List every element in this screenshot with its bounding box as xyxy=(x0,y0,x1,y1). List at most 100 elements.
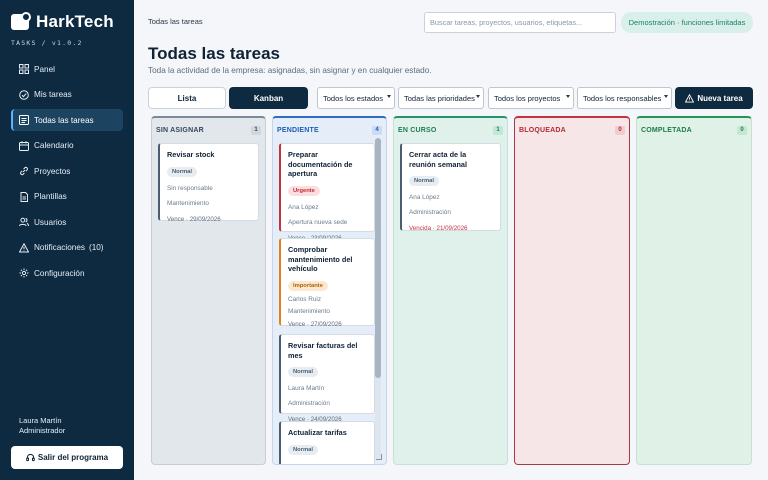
task-card[interactable]: Comprobar mantenimiento del vehículo Imp… xyxy=(279,238,375,328)
app-version: TASKS / v1.0.2 xyxy=(11,39,83,47)
task-project: Apertura nueva sede xyxy=(288,218,348,226)
task-title: Actualizar tarifas xyxy=(288,428,347,437)
sidebar-item-all-tasks[interactable]: Todas las tareas xyxy=(11,109,123,131)
column-done: COMPLETADA 0 xyxy=(636,116,752,465)
calendar-icon xyxy=(19,140,29,151)
tasks-list-icon xyxy=(19,115,29,125)
filter-project-select[interactable]: Todos los proyectos xyxy=(488,87,574,109)
task-card[interactable]: Revisar facturas del mes Normal Laura Ma… xyxy=(279,334,375,423)
filter-project-value: Todos los proyectos xyxy=(494,93,561,103)
current-user: Laura Martín Administrador xyxy=(19,416,65,436)
resize-handle-icon[interactable] xyxy=(375,453,382,460)
column-in-progress: EN CURSO 1 Cerrar acta de la reunión sem… xyxy=(393,116,508,465)
column-header: COMPLETADA 0 xyxy=(641,124,747,136)
breadcrumb: Todas las tareas xyxy=(148,17,203,26)
column-pending: PENDIENTE 4 Preparar documentación de ap… xyxy=(272,116,387,465)
brand-logo-icon xyxy=(11,12,31,32)
demo-badge: Demostración · funciones limitadas xyxy=(621,12,753,33)
page-title: Todas las tareas xyxy=(148,44,280,63)
column-count: 1 xyxy=(251,125,261,135)
task-assignee: Laura Martín xyxy=(288,385,325,392)
task-due-date: Vencida · 21/09/2026 xyxy=(409,225,468,232)
task-project: Administración xyxy=(409,209,451,216)
sidebar-item-panel[interactable]: Panel xyxy=(11,58,123,80)
exit-button-label: Salir del programa xyxy=(37,453,109,462)
task-due-date: Vence · 29/09/2026 xyxy=(167,215,221,223)
sidebar-item-settings[interactable]: Configuración xyxy=(11,262,123,284)
task-card[interactable]: Cerrar acta de la reunión semanal Normal… xyxy=(400,143,501,232)
notifications-count: (10) xyxy=(88,243,104,252)
sidebar-item-label: Plantillas xyxy=(34,192,67,201)
task-title: Preparar documentación de apertura xyxy=(288,150,353,178)
column-title: BLOQUEADA xyxy=(519,126,566,134)
sidebar-item-my-tasks[interactable]: Mis tareas xyxy=(11,84,123,106)
filter-status-select[interactable]: Todos los estados xyxy=(317,87,395,109)
column-title: COMPLETADA xyxy=(641,126,692,134)
brand-name: HarkTech xyxy=(36,12,114,31)
user-name: Laura Martín xyxy=(19,416,62,425)
task-assignee: Carlos Ruiz xyxy=(288,295,322,303)
sidebar-item-label: Configuración xyxy=(34,268,85,278)
column-count: 0 xyxy=(615,125,625,135)
exit-button[interactable]: Salir del programa xyxy=(11,446,123,469)
priority-badge: Normal xyxy=(409,176,439,186)
new-task-label: Nueva tarea xyxy=(697,93,743,103)
filter-owner-value: Todos los responsables xyxy=(583,93,662,103)
column-header: SIN ASIGNAR 1 xyxy=(156,124,261,136)
warning-icon xyxy=(685,93,695,103)
task-title: Comprobar mantenimiento del vehículo xyxy=(288,245,353,273)
task-project: Administración xyxy=(288,400,330,407)
document-icon xyxy=(19,191,29,202)
sidebar-item-label: Mis tareas xyxy=(34,90,72,99)
priority-badge: Normal xyxy=(288,444,318,455)
sidebar: HarkTech TASKS / v1.0.2 Panel Mis tareas… xyxy=(0,0,134,480)
task-project: Mantenimiento xyxy=(288,307,330,315)
task-assignee: Sin responsable xyxy=(167,184,213,192)
sidebar-item-calendar[interactable]: Calendario xyxy=(11,135,123,157)
filter-owner-select[interactable]: Todos los responsables xyxy=(577,87,672,109)
task-due-date: Vence · 27/09/2026 xyxy=(288,320,342,328)
check-circle-icon xyxy=(19,89,29,100)
sidebar-item-label: Proyectos xyxy=(34,166,71,176)
task-title: Cerrar acta de la reunión semanal xyxy=(409,150,467,169)
page-subtitle: Toda la actividad de la empresa: asignad… xyxy=(148,66,432,75)
sidebar-item-label: Usuarios xyxy=(34,217,67,227)
task-card[interactable]: Revisar stock Normal Sin responsable Man… xyxy=(158,143,259,223)
search-input[interactable] xyxy=(424,12,616,33)
chevron-down-icon xyxy=(566,95,570,98)
gear-icon xyxy=(19,268,29,278)
pending-scrollbar-thumb[interactable] xyxy=(375,138,381,378)
column-blocked: BLOQUEADA 0 xyxy=(514,116,630,465)
priority-badge: Importante xyxy=(288,280,328,291)
sidebar-item-projects[interactable]: Proyectos xyxy=(11,160,123,182)
task-project: Mantenimiento xyxy=(167,199,209,207)
priority-badge: Urgente xyxy=(288,185,320,196)
task-title: Revisar stock xyxy=(167,150,215,159)
chevron-down-icon xyxy=(387,95,391,98)
sidebar-item-users[interactable]: Usuarios xyxy=(11,211,123,233)
warning-icon xyxy=(19,242,29,253)
task-assignee: Ana López xyxy=(409,194,440,201)
grid-icon xyxy=(19,64,29,74)
column-title: EN CURSO xyxy=(398,126,437,134)
task-title: Revisar facturas del mes xyxy=(288,341,358,360)
sidebar-nav: Panel Mis tareas Todas las tareas Calend… xyxy=(11,58,123,288)
chevron-down-icon xyxy=(664,95,668,98)
filter-priority-select[interactable]: Todas las prioridades xyxy=(398,87,484,109)
task-card[interactable]: Actualizar tarifas Normal xyxy=(279,421,375,464)
column-unassigned: SIN ASIGNAR 1 Revisar stock Normal Sin r… xyxy=(151,116,266,465)
sidebar-item-templates[interactable]: Plantillas xyxy=(11,186,123,208)
sidebar-item-label: Panel xyxy=(34,64,55,74)
brand: HarkTech xyxy=(11,12,114,32)
filter-status-value: Todos los estados xyxy=(323,93,384,103)
sidebar-item-label: Calendario xyxy=(34,141,74,150)
link-icon xyxy=(19,166,29,176)
new-task-button[interactable]: Nueva tarea xyxy=(675,87,753,109)
task-card[interactable]: Preparar documentación de apertura Urgen… xyxy=(279,143,375,242)
sidebar-item-notifications[interactable]: Notificaciones (10) xyxy=(11,237,123,259)
task-assignee: Ana López xyxy=(288,203,319,211)
view-list-button[interactable]: Lista xyxy=(148,87,226,109)
users-icon xyxy=(19,217,29,227)
column-title: PENDIENTE xyxy=(277,126,319,134)
view-kanban-button[interactable]: Kanban xyxy=(229,87,308,109)
